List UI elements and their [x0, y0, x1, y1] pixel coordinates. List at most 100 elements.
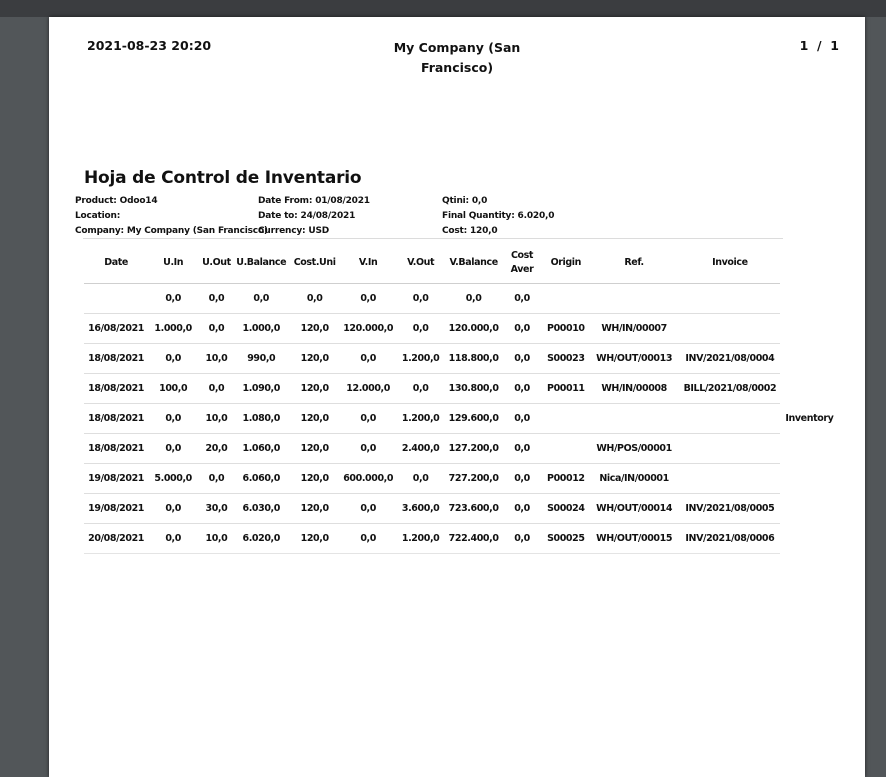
cell-invoice	[679, 433, 780, 464]
cell-ref: WH/IN/00008	[588, 373, 680, 404]
table-row: 18/08/2021 0,0 10,0 1.080,0 120,0 0,0 1.200,0 1…	[84, 403, 839, 434]
cell-v-balance: 118.800,0	[446, 343, 501, 374]
cell-extra	[780, 314, 839, 344]
cell-cost-aver: 0,0	[500, 493, 544, 524]
cell-extra	[780, 374, 839, 404]
cell-ref: WH/OUT/00015	[588, 523, 680, 554]
cell-cost-uni: 120,0	[287, 313, 342, 344]
cell-ref: WH/OUT/00014	[588, 493, 680, 524]
cell-invoice: INV/2021/08/0005	[679, 493, 780, 524]
cell-v-in: 12.000,0	[341, 373, 395, 404]
cell-cost-uni: 120,0	[287, 523, 342, 554]
cell-origin: S00023	[543, 343, 589, 374]
cell-invoice	[679, 283, 780, 314]
column-header-v-balance: V.Balance	[446, 243, 501, 284]
cell-invoice	[679, 403, 780, 434]
cell-u-balance: 1.000,0	[234, 313, 288, 344]
column-header-u-out: U.Out	[198, 243, 235, 284]
column-header-date: Date	[84, 243, 149, 284]
cell-u-in: 0,0	[148, 523, 199, 554]
cell-extra	[780, 524, 839, 554]
column-header-extra	[780, 243, 839, 284]
company-name-line1: My Company (San	[393, 40, 521, 55]
cell-ref: Nica/IN/00001	[588, 463, 680, 494]
table-row: 19/08/2021 0,0 30,0 6.030,0 120,0 0,0 3.600,0 7…	[84, 493, 839, 524]
cell-date	[84, 283, 149, 314]
column-header-ref: Ref.	[588, 243, 680, 284]
cell-cost-uni: 120,0	[287, 343, 342, 374]
cell-cost-aver: 0,0	[500, 463, 544, 494]
qtini-field: Qtini: 0,0	[442, 196, 488, 206]
cell-u-balance: 1.090,0	[234, 373, 288, 404]
cell-v-in: 0,0	[341, 403, 395, 434]
cell-date: 18/08/2021	[84, 343, 149, 374]
company-field: Company: My Company (San Francisco)	[75, 226, 268, 236]
cell-u-in: 5.000,0	[148, 463, 199, 494]
report-title: Hoja de Control de Inventario	[84, 168, 362, 188]
page-current: 1	[799, 38, 809, 53]
table-row: 18/08/2021 0,0 10,0 990,0 120,0 0,0 1.200,0 118…	[84, 343, 839, 374]
column-header-invoice: Invoice	[679, 243, 780, 284]
cost-aver-label: Cost Aver	[510, 250, 534, 275]
cell-v-balance: 722.400,0	[446, 523, 501, 554]
cell-v-out: 0,0	[394, 463, 447, 494]
column-header-u-in: U.In	[148, 243, 199, 284]
column-header-u-balance: U.Balance	[234, 243, 288, 284]
cell-cost-aver: 0,0	[500, 523, 544, 554]
cell-extra	[780, 464, 839, 494]
cell-invoice	[679, 313, 780, 344]
table-body: 0,0 0,0 0,0 0,0 0,0 0,0 0,0 0,0 16/08/2021 1.000,…	[84, 283, 839, 554]
cell-u-in: 1.000,0	[148, 313, 199, 344]
cell-extra	[780, 494, 839, 524]
cell-date: 19/08/2021	[84, 463, 149, 494]
cell-ref: WH/OUT/00013	[588, 343, 680, 374]
cell-u-out: 0,0	[198, 283, 235, 314]
cell-origin	[543, 403, 589, 434]
cell-u-balance: 1.080,0	[234, 403, 288, 434]
print-datetime: 2021-08-23 20:20	[87, 38, 212, 53]
page-total: 1	[830, 38, 839, 53]
cell-u-out: 30,0	[198, 493, 235, 524]
cost-field: Cost: 120,0	[442, 226, 498, 236]
cell-u-in: 0,0	[148, 433, 199, 464]
cell-u-in: 100,0	[148, 373, 199, 404]
cell-extra	[780, 284, 839, 314]
cell-cost-aver: 0,0	[500, 433, 544, 464]
table-row: 18/08/2021 0,0 20,0 1.060,0 120,0 0,0 2.400,0 1…	[84, 433, 839, 464]
cell-u-in: 0,0	[148, 403, 199, 434]
table-row: 20/08/2021 0,0 10,0 6.020,0 120,0 0,0 1.200,0 7…	[84, 523, 839, 554]
table-header-row: Date U.In U.Out U.Balance Cost.Uni V.In …	[84, 243, 839, 284]
info-divider	[83, 238, 783, 239]
cell-cost-uni: 120,0	[287, 433, 342, 464]
column-header-v-in: V.In	[341, 243, 395, 284]
cell-u-in: 0,0	[148, 493, 199, 524]
cell-u-out: 20,0	[198, 433, 235, 464]
cell-cost-aver: 0,0	[500, 343, 544, 374]
cell-cost-aver: 0,0	[500, 283, 544, 314]
inventory-table: Date U.In U.Out U.Balance Cost.Uni V.In …	[84, 243, 839, 554]
cell-v-balance: 130.800,0	[446, 373, 501, 404]
cell-v-out: 0,0	[394, 373, 447, 404]
cell-date: 19/08/2021	[84, 493, 149, 524]
cell-invoice	[679, 463, 780, 494]
cell-v-out: 3.600,0	[394, 493, 447, 524]
table-row: 19/08/2021 5.000,0 0,0 6.060,0 120,0 600.000,…	[84, 463, 839, 494]
cell-origin	[543, 433, 589, 464]
cell-u-out: 10,0	[198, 343, 235, 374]
cell-date: 18/08/2021	[84, 403, 149, 434]
company-name-line2: Francisco)	[420, 60, 494, 75]
cell-origin: P00012	[543, 463, 589, 494]
cell-v-out: 0,0	[394, 283, 447, 314]
report-page: 2021-08-23 20:20 My Company (San Francis…	[49, 17, 865, 777]
date-to-field: Date to: 24/08/2021	[258, 211, 356, 221]
page-separator: /	[817, 38, 822, 53]
cell-v-out: 1.200,0	[394, 343, 447, 374]
cell-origin: P00011	[543, 373, 589, 404]
cell-origin	[543, 283, 589, 314]
cell-u-out: 10,0	[198, 523, 235, 554]
column-header-cost-uni: Cost.Uni	[287, 243, 342, 284]
column-header-cost-aver: Cost Aver	[500, 243, 544, 284]
location-field: Location:	[75, 211, 121, 221]
cell-origin: S00024	[543, 493, 589, 524]
cell-invoice: INV/2021/08/0004	[679, 343, 780, 374]
